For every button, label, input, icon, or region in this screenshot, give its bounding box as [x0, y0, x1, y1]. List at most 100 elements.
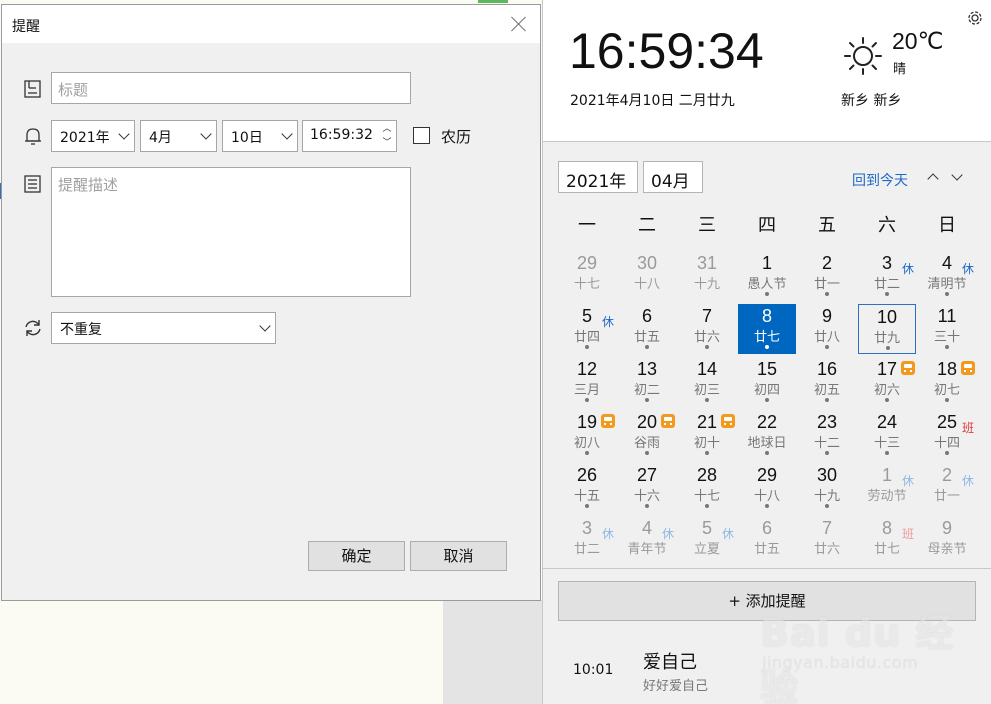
calendar-day[interactable]: 9 母亲节 [918, 516, 976, 566]
calendar-day-selected[interactable]: 8 廿七 [738, 304, 796, 354]
holiday-badge: 休 [722, 527, 735, 541]
day-number: 29 [756, 465, 778, 485]
calendar-day[interactable]: 20 谷雨 [618, 410, 676, 460]
calendar-day[interactable]: 7 廿六 [798, 516, 856, 566]
lunar-checkbox[interactable] [413, 127, 430, 144]
ok-button[interactable]: 确定 [308, 541, 405, 571]
calendar-day[interactable]: 9 廿八 [798, 304, 856, 354]
title-input[interactable]: 标题 [51, 72, 411, 104]
holiday-badge: 休 [602, 527, 615, 541]
city-name: 新乡 新乡 [841, 93, 902, 109]
calendar-day[interactable]: 7 廿六 [678, 304, 736, 354]
calendar-day[interactable]: 10 廿九 [858, 304, 916, 354]
chevron-down-icon[interactable] [949, 170, 965, 186]
day-number: 26 [576, 465, 598, 485]
back-to-today-link[interactable]: 回到今天 [852, 170, 908, 190]
calendar-day[interactable]: 28 十七 [678, 463, 736, 513]
calendar-day[interactable]: 2 廿一 [798, 251, 856, 301]
cancel-button[interactable]: 取消 [410, 541, 507, 571]
lunar-date: 廿八 [813, 330, 840, 345]
event-dot [885, 292, 889, 296]
calendar-day[interactable]: 29 十八 [738, 463, 796, 513]
chevron-down-icon [259, 320, 271, 332]
calendar-month-select[interactable]: 04月 [643, 161, 703, 193]
calendar-day[interactable]: 8 廿七班 [858, 516, 916, 566]
event-dot [825, 345, 829, 349]
lunar-date: 谷雨 [633, 436, 660, 451]
calendar-day[interactable]: 23 十二 [798, 410, 856, 460]
holiday-badge: 休 [902, 262, 915, 276]
repeat-select[interactable]: 不重复 [51, 312, 276, 344]
repeat-icon [22, 317, 44, 339]
calendar-day[interactable]: 4 清明节休 [918, 251, 976, 301]
calendar-day[interactable]: 22 地球日 [738, 410, 796, 460]
calendar-day[interactable]: 27 十六 [618, 463, 676, 513]
calendar-day[interactable]: 12 三月 [558, 357, 616, 407]
calendar-day[interactable]: 30 十九 [798, 463, 856, 513]
clock-date: 2021年4月10日 二月廿九 [570, 93, 735, 109]
calendar-day[interactable]: 15 初四 [738, 357, 796, 407]
lunar-date: 初五 [813, 383, 840, 398]
calendar-day[interactable]: 1 愚人节 [738, 251, 796, 301]
event-dot [765, 292, 769, 296]
day-number: 2 [821, 253, 832, 273]
description-textarea[interactable]: 提醒描述 [51, 167, 411, 297]
calendar-day[interactable]: 6 廿五 [618, 304, 676, 354]
calendar-day[interactable]: 14 初三 [678, 357, 736, 407]
reminder-title[interactable]: 爱自己 [643, 648, 697, 674]
event-dot [945, 398, 949, 402]
calendar-day[interactable]: 17 初六 [858, 357, 916, 407]
day-number: 1 [761, 253, 772, 273]
train-icon [901, 361, 915, 375]
calendar-day[interactable]: 31 十九 [678, 251, 736, 301]
calendar-day[interactable]: 6 廿五 [738, 516, 796, 566]
weekday-header: 六 [878, 215, 896, 236]
calendar-day[interactable]: 21 初十 [678, 410, 736, 460]
day-select[interactable]: 10日 [222, 120, 298, 152]
calendar-day[interactable]: 11 三十 [918, 304, 976, 354]
event-dot [886, 346, 890, 350]
weekday-header: 日 [938, 215, 956, 236]
calendar-day[interactable]: 3 廿二休 [858, 251, 916, 301]
spin-down-icon[interactable]: ﹀ [382, 138, 392, 148]
title-placeholder: 标题 [58, 81, 89, 99]
calendar-day[interactable]: 2 廿一休 [918, 463, 976, 513]
gear-icon[interactable] [966, 9, 984, 27]
calendar-day[interactable]: 30 十八 [618, 251, 676, 301]
day-number: 30 [816, 465, 838, 485]
event-dot [765, 345, 769, 349]
calendar-day[interactable]: 24 十三 [858, 410, 916, 460]
holiday-badge: 休 [962, 262, 975, 276]
day-number: 30 [636, 253, 658, 273]
calendar-day[interactable]: 4 青年节休 [618, 516, 676, 566]
calendar-day[interactable]: 25 十四班 [918, 410, 976, 460]
spin-up-icon[interactable]: ︿ [382, 124, 392, 134]
calendar-day[interactable]: 19 初八 [558, 410, 616, 460]
calendar-day[interactable]: 3 廿二休 [558, 516, 616, 566]
watermark-logo: Bai du 经验 jingyan.baidu.com [760, 600, 980, 704]
close-icon[interactable] [506, 11, 532, 37]
reminder-dialog: 提醒 标题 2021年 4月 10日 16:59:32 ︿ ﹀ 农历 提醒描述 … [1, 4, 541, 601]
title-icon [22, 78, 44, 100]
calendar-day[interactable]: 5 廿四休 [558, 304, 616, 354]
lunar-date: 廿九 [873, 331, 900, 346]
chevron-up-icon[interactable] [925, 170, 941, 186]
day-number: 9 [821, 306, 832, 326]
calendar-day[interactable]: 16 初五 [798, 357, 856, 407]
reminder-subtitle: 好好爱自己 [643, 679, 709, 694]
calendar-day[interactable]: 26 十五 [558, 463, 616, 513]
time-stepper[interactable]: 16:59:32 ︿ ﹀ [302, 120, 397, 152]
calendar-year-select[interactable]: 2021年 [558, 161, 638, 193]
weekday-header: 二 [638, 215, 656, 236]
lunar-date: 廿六 [813, 542, 840, 557]
year-select[interactable]: 2021年 [51, 120, 135, 152]
month-select[interactable]: 4月 [140, 120, 217, 152]
calendar-day[interactable]: 29 十七 [558, 251, 616, 301]
calendar-day[interactable]: 18 初七 [918, 357, 976, 407]
calendar-day[interactable]: 5 立夏休 [678, 516, 736, 566]
lunar-date: 十九 [813, 489, 840, 504]
calendar-day[interactable]: 13 初二 [618, 357, 676, 407]
day-value: 10日 [231, 130, 263, 146]
calendar-day[interactable]: 1 劳动节休 [858, 463, 916, 513]
event-dot [825, 504, 829, 508]
